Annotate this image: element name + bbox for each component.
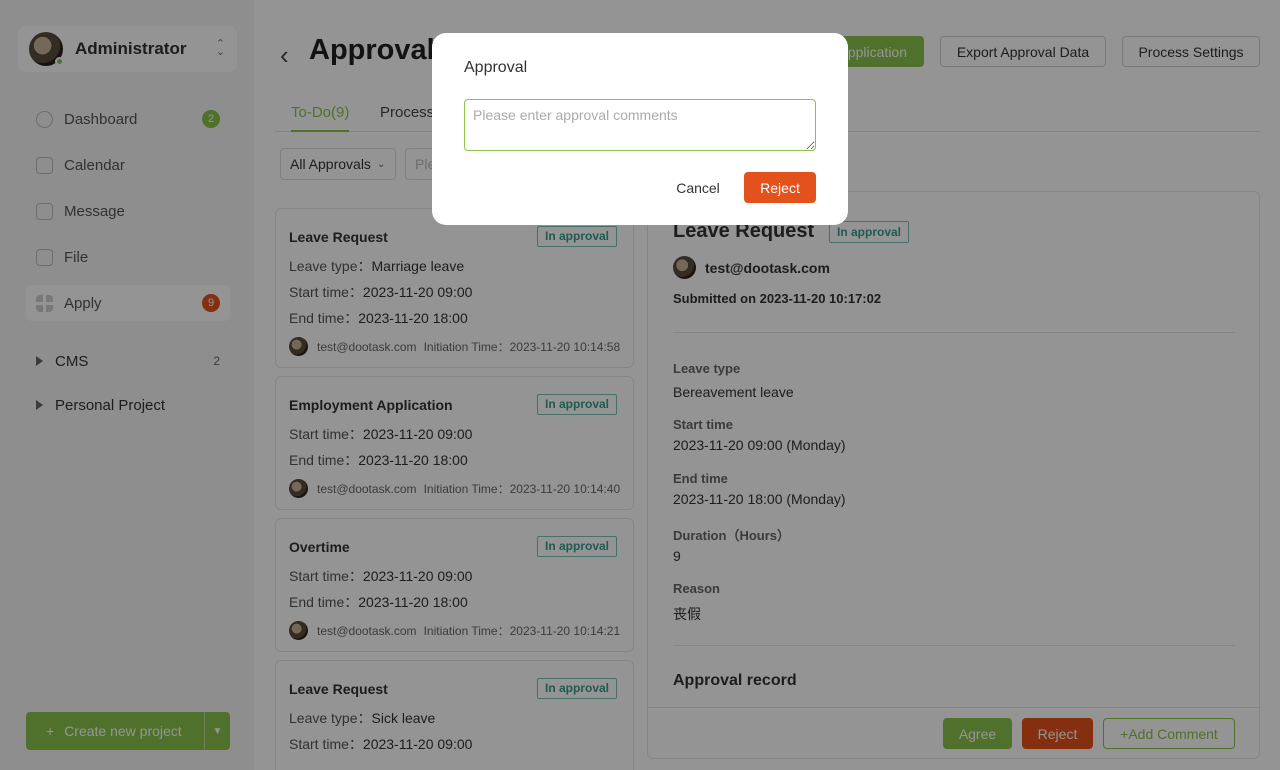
approval-comments-field[interactable] (464, 99, 816, 151)
modal-reject-button[interactable]: Reject (744, 172, 816, 203)
cancel-button[interactable]: Cancel (670, 172, 726, 203)
modal-title: Approval (464, 59, 528, 76)
approval-modal: Approval Cancel Reject (432, 33, 848, 225)
